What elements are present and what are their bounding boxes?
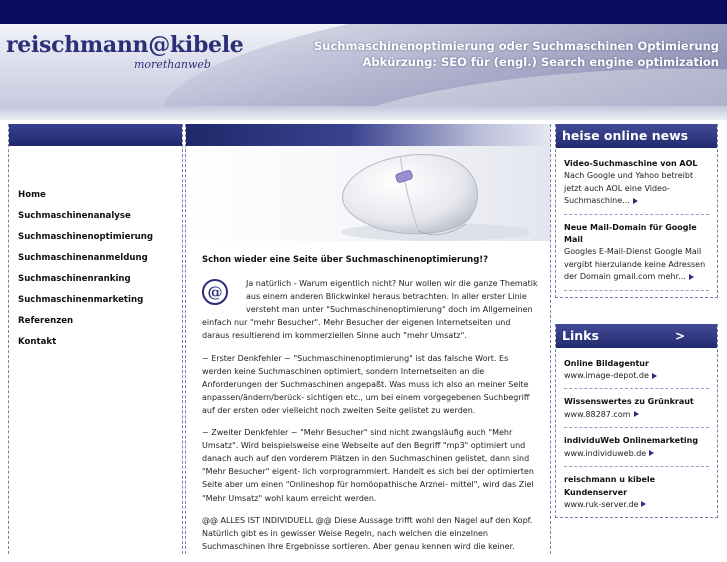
main-content: Schon wieder eine Seite über Suchmaschin…: [185, 124, 551, 554]
main-navigation: Home Suchmaschinenanalyse Suchmaschineno…: [18, 190, 178, 358]
link-item-url[interactable]: www.image-depot.de: [564, 371, 649, 380]
news-box-title: heise online news: [556, 124, 717, 148]
news-box: heise online news Video-Suchmaschine von…: [555, 124, 718, 298]
arrow-right-icon[interactable]: [641, 501, 647, 508]
article-paragraph: @ Ja natürlich - Warum eigentlich nicht?…: [202, 277, 540, 342]
links-arrow-icon[interactable]: >: [675, 324, 685, 348]
main-header-bar: [186, 124, 550, 146]
link-item-url[interactable]: www.88287.com: [564, 410, 631, 419]
article-heading: Schon wieder eine Seite über Suchmaschin…: [202, 255, 489, 265]
article-paragraph: ~ Zweiter Denkfehler ~ "Mehr Besucher" s…: [202, 428, 534, 503]
nav-item-suchmaschinenanalyse[interactable]: Suchmaschinenanalyse: [18, 211, 178, 232]
link-item-title[interactable]: reischmann u kibele Kundenserver: [564, 474, 709, 499]
links-box-header: Links >: [556, 323, 717, 348]
news-item-text: Nach Google und Yahoo betreibt jetzt auc…: [564, 171, 694, 206]
arrow-right-icon[interactable]: [632, 197, 638, 204]
arrow-right-icon[interactable]: [688, 273, 694, 280]
link-item-url[interactable]: www.ruk-server.de: [564, 500, 638, 509]
link-item-url[interactable]: www.individuweb.de: [564, 449, 646, 458]
divider: [564, 289, 709, 291]
header-slogan: Suchmaschinenoptimierung oder Suchmaschi…: [314, 38, 719, 70]
article: Schon wieder eine Seite über Suchmaschin…: [202, 254, 540, 562]
link-item-title[interactable]: Online Bildagentur: [564, 358, 709, 370]
left-column-header: [9, 124, 182, 146]
links-box: Links > Online Bildagentur www.image-dep…: [555, 323, 718, 519]
article-paragraph: ~ Erster Denkfehler ~ "Suchmaschinenopti…: [202, 353, 530, 415]
link-item-title[interactable]: Wissenswertes zu Grünkraut: [564, 396, 709, 408]
right-column: heise online news Video-Suchmaschine von…: [555, 124, 718, 519]
nav-item-suchmaschinenoptimierung[interactable]: Suchmaschinenoptimierung: [18, 232, 178, 253]
news-item[interactable]: Video-Suchmaschine von AOL Nach Google u…: [556, 148, 717, 214]
nav-item-suchmaschinenmarketing[interactable]: Suchmaschinenmarketing: [18, 295, 178, 316]
link-item-title[interactable]: individuWeb Onlinemarketing: [564, 435, 709, 447]
arrow-right-icon[interactable]: [651, 372, 657, 379]
header-band: [0, 106, 727, 120]
top-bar: [0, 0, 727, 24]
nav-item-suchmaschinenranking[interactable]: Suchmaschinenranking: [18, 274, 178, 295]
arrow-right-icon[interactable]: [633, 411, 639, 418]
at-sign-icon: @: [202, 279, 228, 306]
news-item-title[interactable]: Video-Suchmaschine von AOL: [564, 158, 709, 170]
site-tagline: morethanweb: [134, 58, 211, 71]
slogan-line-2: Abkürzung: SEO für (engl.) Search engine…: [362, 55, 719, 69]
site-logo[interactable]: reischmann@kibele: [6, 32, 244, 58]
article-paragraph-text: Ja natürlich - Warum eigentlich nicht? N…: [202, 279, 538, 341]
links-box-title: Links: [562, 327, 599, 343]
arrow-right-icon[interactable]: [649, 450, 655, 457]
nav-item-referenzen[interactable]: Referenzen: [18, 316, 178, 337]
link-item[interactable]: reischmann u kibele Kundenserver www.ruk…: [556, 467, 717, 517]
link-item[interactable]: Wissenswertes zu Grünkraut www.88287.com: [556, 389, 717, 427]
link-item[interactable]: Online Bildagentur www.image-depot.de: [556, 348, 717, 389]
news-item[interactable]: Neue Mail-Domain für Google Mail Googles…: [556, 215, 717, 290]
article-paragraph: @@ ALLES IST INDIVIDUELL @@ Diese Aussag…: [202, 515, 533, 551]
mouse-illustration: [341, 154, 531, 241]
nav-item-home[interactable]: Home: [18, 190, 178, 211]
left-column: Home Suchmaschinenanalyse Suchmaschineno…: [8, 124, 183, 554]
nav-item-kontakt[interactable]: Kontakt: [18, 337, 178, 358]
site-header: reischmann@kibele morethanweb Suchmaschi…: [0, 24, 727, 106]
slogan-line-1: Suchmaschinenoptimierung oder Suchmaschi…: [314, 39, 719, 53]
news-item-text: Googles E-Mail-Dienst Google Mail vergib…: [564, 247, 706, 282]
computer-mouse-image: [186, 146, 550, 241]
news-item-title[interactable]: Neue Mail-Domain für Google Mail: [564, 222, 709, 247]
link-item[interactable]: individuWeb Onlinemarketing www.individu…: [556, 428, 717, 466]
nav-item-suchmaschinenanmeldung[interactable]: Suchmaschinenanmeldung: [18, 253, 178, 274]
